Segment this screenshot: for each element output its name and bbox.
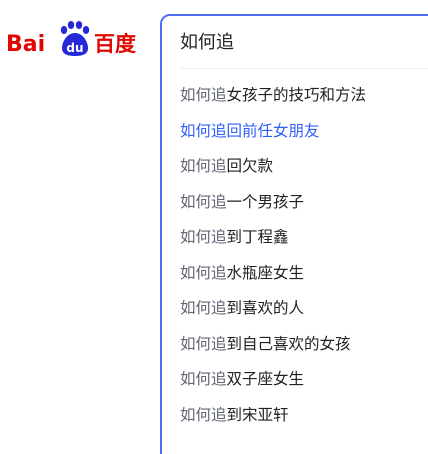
suggestion-completion: 到喜欢的人 [226,299,305,317]
input-divider [180,68,428,69]
suggestion-prefix: 如何追 [180,86,227,104]
suggestion-prefix: 如何追 [180,334,227,353]
suggestion-item[interactable]: 如何追女孩子的技巧和方法 [180,80,366,116]
suggestion-completion: 水瓶座女生 [226,263,305,282]
search-box: 如何追女孩子的技巧和方法如何追回前任女朋友如何追回欠款如何追一个男孩子如何追到丁… [160,14,428,454]
suggestion-item[interactable]: 如何追回欠款 [180,151,366,187]
suggestion-prefix: 如何追 [180,228,227,246]
suggestion-completion: 到宋亚轩 [226,405,289,424]
baidu-logo[interactable]: Bai du 百度 [6,20,146,60]
suggestion-completion: 女孩子的技巧和方法 [226,86,367,104]
search-input[interactable] [180,30,428,56]
suggestion-item[interactable]: 如何追水瓶座女生 [180,258,366,294]
suggestion-item[interactable]: 如何追到丁程鑫 [180,222,366,258]
suggestion-completion: 回欠款 [226,157,274,175]
suggestion-item[interactable]: 如何追到喜欢的人 [180,293,366,329]
logo-text-bai: Bai [6,32,45,57]
search-page: Bai du 百度 如何追女孩子的技巧和方法如何追回前任女朋友如何追回欠款如何追… [0,0,428,454]
suggestion-prefix: 如何追 [180,405,227,424]
suggestion-prefix: 如何追 [180,299,227,317]
suggestion-list: 如何追女孩子的技巧和方法 如何追回前任女朋友 如何追回欠款 如何追一个男孩子 如何追到丁… [180,80,366,435]
baidu-logo-graphic: Bai du 百度 [6,21,136,57]
suggestion-completion: 双子座女生 [226,370,305,388]
suggestion-prefix: 如何追 [180,157,227,175]
suggestion-item[interactable]: 如何追到自己喜欢的女孩 [180,329,366,365]
suggestion-prefix: 如何追 [180,263,227,282]
suggestion-completion: 回前任女朋友 [226,121,320,140]
logo-text-baidu-cn: 百度 [94,32,136,56]
suggestion-prefix: 如何追 [180,121,227,140]
suggestion-prefix: 如何追 [180,370,227,388]
suggestion-item[interactable]: 如何追到宋亚轩 [180,400,366,436]
paw-icon: du [60,21,90,56]
suggestion-item[interactable]: 如何追双子座女生 [180,364,366,400]
suggestion-item[interactable]: 如何追回前任女朋友 [180,116,366,152]
suggestion-completion: 到丁程鑫 [226,228,289,246]
logo-text-du: du [66,41,83,55]
suggestion-prefix: 如何追 [180,192,227,211]
suggestion-item[interactable]: 如何追一个男孩子 [180,187,366,223]
suggestion-completion: 一个男孩子 [226,192,305,211]
suggestion-completion: 到自己喜欢的女孩 [226,334,351,353]
